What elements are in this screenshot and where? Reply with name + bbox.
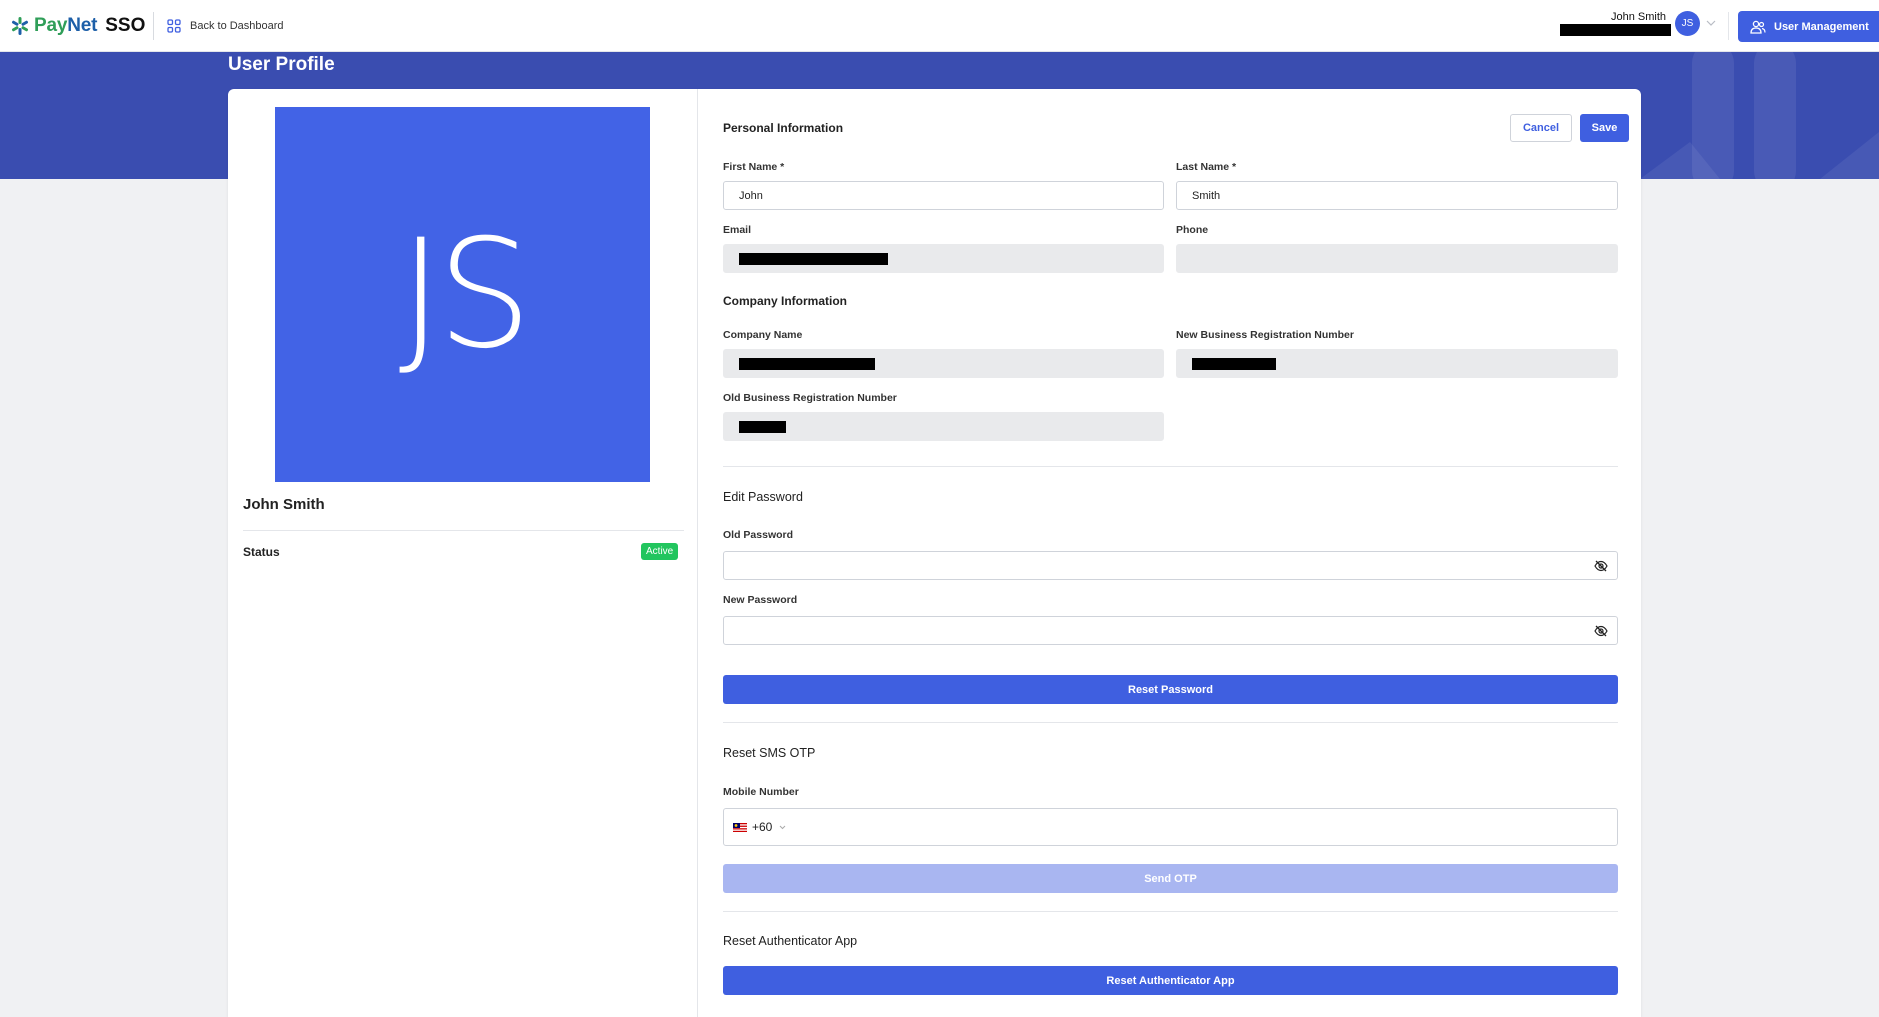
old-password-field[interactable] <box>723 551 1618 580</box>
send-otp-button[interactable]: Send OTP <box>723 864 1618 893</box>
divider <box>723 911 1618 912</box>
redacted-old-brn <box>739 420 786 433</box>
current-user-name: John Smith <box>1610 11 1666 23</box>
page-title: User Profile <box>228 54 335 75</box>
back-to-dashboard-link[interactable]: Back to Dashboard <box>167 16 284 36</box>
country-code[interactable]: +60 <box>752 820 772 834</box>
back-link-label: Back to Dashboard <box>190 20 284 32</box>
mobile-number-field[interactable]: +60 <box>723 808 1618 846</box>
last-name-field[interactable]: Smith <box>1176 181 1618 210</box>
last-name-value: Smith <box>1192 189 1221 202</box>
old-password-label: Old Password <box>723 529 794 541</box>
company-name-field <box>723 349 1164 378</box>
status-label: Status <box>243 545 280 559</box>
malaysia-flag-icon <box>733 822 747 832</box>
logo-product: SSO <box>105 15 146 36</box>
redacted-new-brn <box>1192 357 1276 370</box>
logo-text: PayNet <box>34 15 97 37</box>
company-information-title: Company Information <box>723 294 848 308</box>
banner-decoration <box>1640 52 1879 179</box>
phone-field <box>1176 244 1618 273</box>
divider <box>243 530 684 531</box>
user-avatar[interactable]: JS <box>1675 11 1700 36</box>
eye-off-icon[interactable] <box>1594 625 1608 637</box>
reset-password-button[interactable]: Reset Password <box>723 675 1618 704</box>
new-brn-label: New Business Registration Number <box>1176 329 1354 341</box>
edit-password-title: Edit Password <box>723 490 803 504</box>
email-field <box>723 244 1164 273</box>
top-bar: PayNet SSO Back to Dashboard John Smith … <box>0 0 1879 52</box>
phone-label: Phone <box>1176 224 1209 236</box>
logo-text-net: Net <box>67 15 98 36</box>
users-icon <box>1750 20 1766 34</box>
first-name-value: John <box>739 189 763 202</box>
redacted-user-info <box>1560 24 1671 36</box>
last-name-label: Last Name * <box>1176 161 1237 173</box>
new-brn-field <box>1176 349 1618 378</box>
dashboard-grid-icon <box>167 19 181 33</box>
email-label: Email <box>723 224 752 236</box>
reset-authenticator-button[interactable]: Reset Authenticator App <box>723 966 1618 995</box>
paynet-logo-icon <box>12 17 28 35</box>
company-name-label: Company Name <box>723 329 803 341</box>
old-brn-label: Old Business Registration Number <box>723 392 897 404</box>
cancel-button[interactable]: Cancel <box>1510 114 1572 142</box>
status-badge: Active <box>641 543 679 560</box>
new-password-field[interactable] <box>723 616 1618 645</box>
paynet-logo[interactable]: PayNet SSO <box>10 14 145 38</box>
personal-information-title: Personal Information <box>723 121 844 135</box>
divider <box>723 722 1618 723</box>
header-divider-right <box>1728 12 1729 40</box>
logo-text-pay: Pay <box>34 15 68 36</box>
profile-form: Personal Information Cancel Save First N… <box>723 89 1629 1017</box>
old-brn-field <box>723 412 1164 441</box>
user-management-label: User Management <box>1774 20 1869 33</box>
divider <box>723 466 1618 467</box>
profile-name: John Smith <box>243 496 325 513</box>
redacted-email <box>739 252 888 265</box>
reset-authenticator-title: Reset Authenticator App <box>723 934 858 948</box>
reset-sms-otp-title: Reset SMS OTP <box>723 746 816 760</box>
chevron-down-icon[interactable] <box>778 823 787 832</box>
first-name-label: First Name * <box>723 161 785 173</box>
mobile-number-label: Mobile Number <box>723 786 799 798</box>
profile-card: JS John Smith Status Active Personal Inf… <box>228 89 1641 1017</box>
eye-off-icon[interactable] <box>1594 560 1608 572</box>
user-management-button[interactable]: User Management <box>1738 11 1879 42</box>
save-button[interactable]: Save <box>1580 114 1629 142</box>
new-password-label: New Password <box>723 594 798 606</box>
chevron-down-icon[interactable] <box>1705 17 1717 29</box>
profile-summary-panel: JS John Smith Status Active <box>228 89 698 1017</box>
profile-avatar: JS <box>275 107 650 482</box>
redacted-company-name <box>739 357 875 370</box>
header-divider <box>153 12 154 40</box>
first-name-field[interactable]: John <box>723 181 1164 210</box>
